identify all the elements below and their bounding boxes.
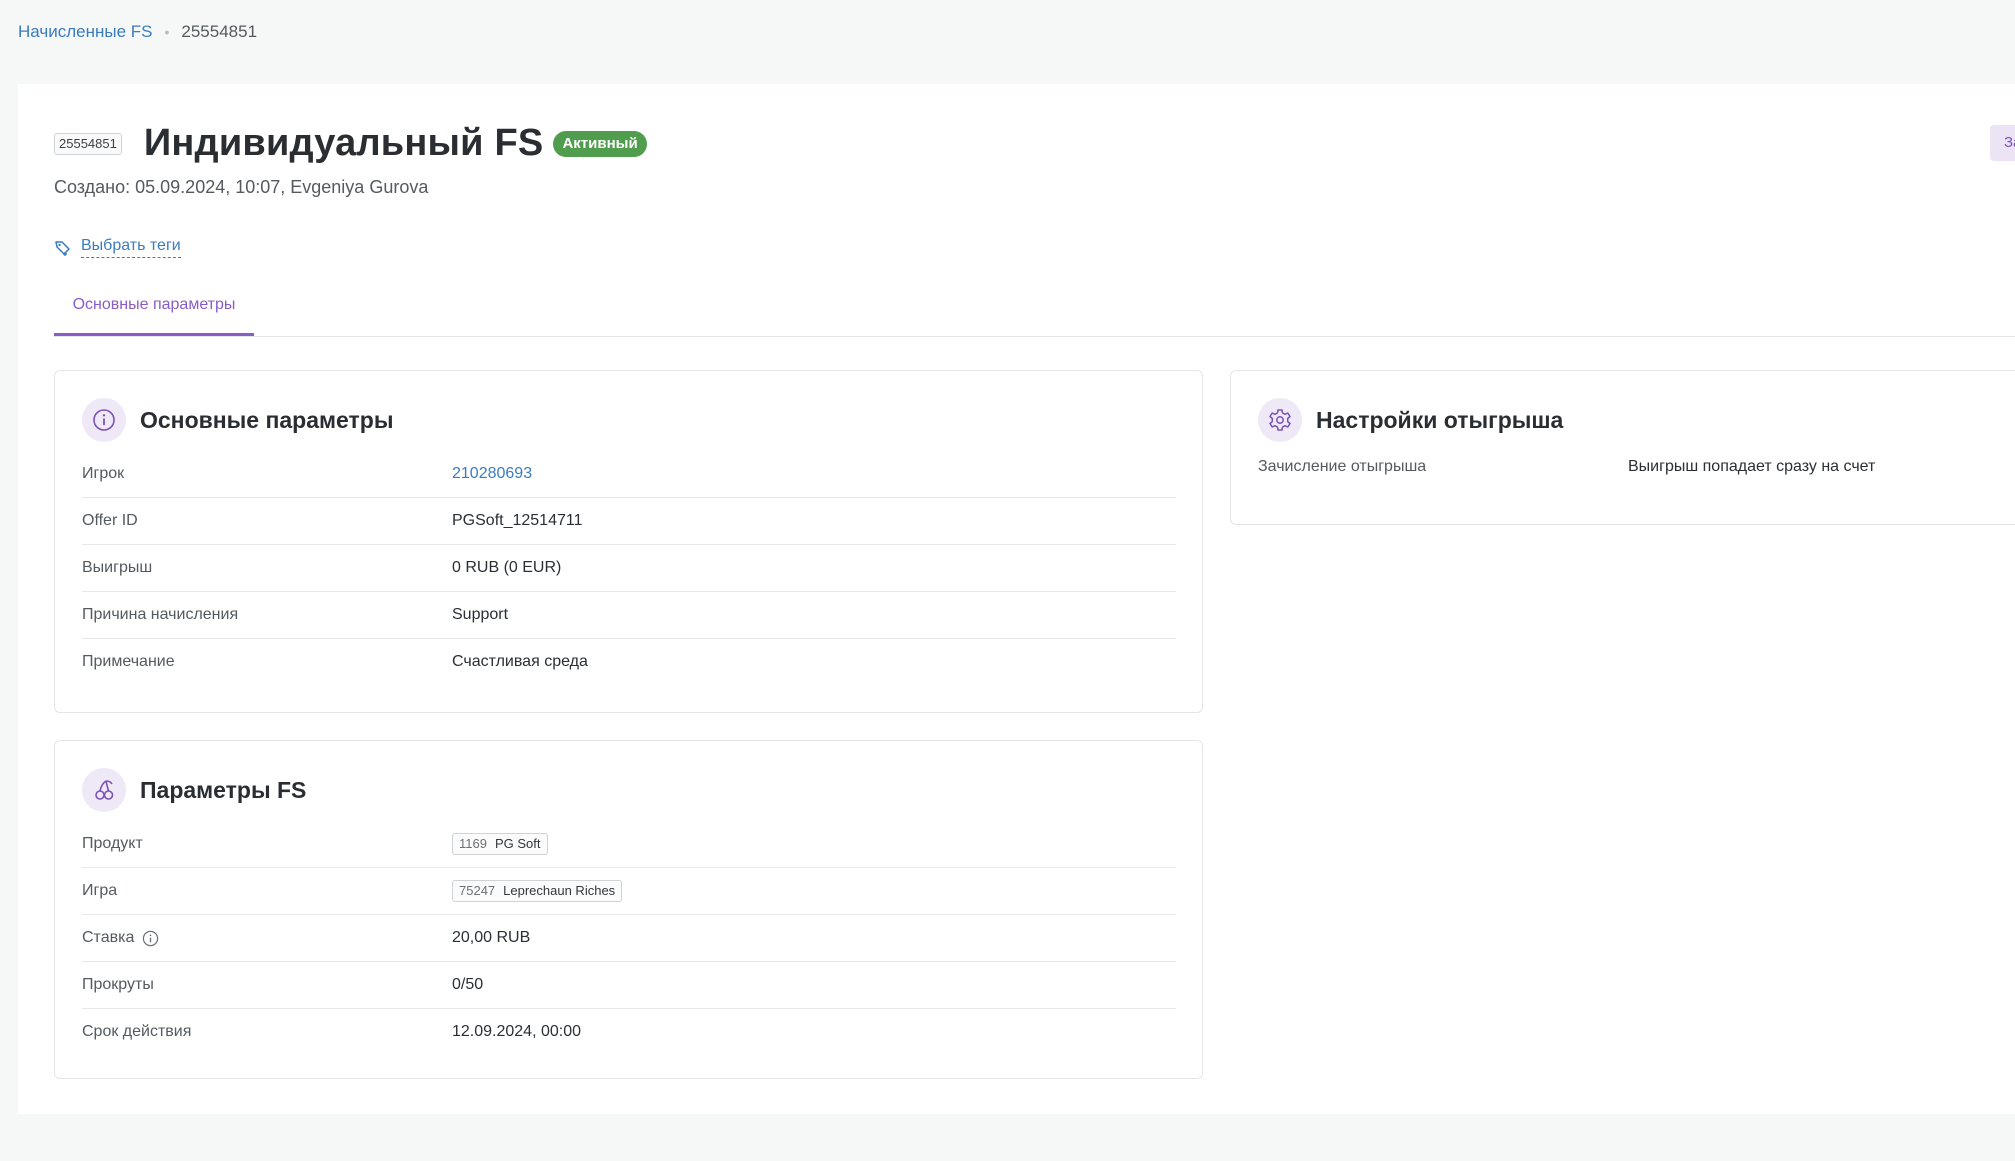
id-chip: 25554851 [54,132,122,155]
game-name: Leprechaun Riches [503,883,616,898]
tab-main-params[interactable]: Основные параметры [54,290,254,336]
param-label: Игра [82,882,118,899]
game-id: 75247 [459,883,496,898]
wager-settings-title: Настройки отыгрыша [1316,406,1564,433]
edge-action-button[interactable]: За [1990,125,2015,161]
param-row-note: Примечание Счастливая среда [82,639,1176,685]
param-value: Support [452,606,509,623]
param-row-offer-id: Offer ID PGSoft_12514711 [82,498,1176,545]
param-value: PGSoft_12514711 [452,512,583,529]
param-label: Зачисление отыгрыша [1258,458,1427,475]
param-row-product: Продукт 1169 PG Soft [82,821,1176,868]
fs-params-panel: Параметры FS Продукт 1169 PG Soft Игра 7… [54,740,1203,1079]
param-value: Выигрыш попадает сразу на счет [1628,458,1876,475]
tag-icon [55,240,70,256]
param-row-expiry: Срок действия 12.09.2024, 00:00 [82,1009,1176,1055]
param-row-spins: Прокруты 0/50 [82,962,1176,1009]
breadcrumb-current: 25554851 [181,22,258,41]
param-row-reason: Причина начисления Support [82,592,1176,639]
wager-settings-list: Зачисление отыгрыша Выигрыш попадает сра… [1258,447,2015,487]
wager-settings-panel: Настройки отыгрыша Зачисление отыгрыша В… [1230,370,2015,525]
wager-settings-header: Настройки отыгрыша [1258,398,1563,442]
param-label: Игрок [82,465,125,482]
page-title: Индивидуальный FS [143,122,544,164]
product-pill[interactable]: 1169 PG Soft [452,833,548,855]
status-badge: Активный [553,130,647,157]
param-label: Причина начисления [82,606,239,623]
select-tags-button[interactable]: Выбрать теги [54,237,181,258]
bet-label: Ставка [82,929,135,946]
param-row-player: Игрок 210280693 [82,451,1176,498]
created-info: Создано: 05.09.2024, 10:07, Evgeniya Gur… [54,177,429,197]
main-params-header: Основные параметры [82,398,393,442]
param-value: 0 RUB (0 EUR) [452,559,562,576]
param-label: Примечание [82,653,175,670]
param-label: Выигрыш [82,559,153,576]
product-name: PG Soft [494,836,541,851]
param-value: Счастливая среда [452,653,588,670]
game-pill[interactable]: 75247 Leprechaun Riches [452,880,623,902]
player-link[interactable]: 210280693 [452,465,532,483]
select-tags-label: Выбрать теги [81,237,181,258]
gear-icon [1258,398,1302,442]
main-params-list: Игрок 210280693 Offer ID PGSoft_12514711… [82,451,1176,685]
param-label-with-info: Ставка [82,929,452,947]
main-params-title: Основные параметры [140,406,394,433]
fs-params-header: Параметры FS [82,768,306,812]
product-id: 1169 [459,836,487,851]
tabs-bar: Основные параметры [54,290,2015,337]
fs-params-list: Продукт 1169 PG Soft Игра 75247 Leprecha… [82,821,1176,1055]
param-row-game: Игра 75247 Leprechaun Riches [82,868,1176,915]
param-label: Offer ID [82,512,138,529]
param-row-wager-credit: Зачисление отыгрыша Выигрыш попадает сра… [1258,447,2015,487]
breadcrumb-separator: • [164,24,170,40]
param-value: 12.09.2024, 00:00 [452,1023,582,1040]
param-row-winnings: Выигрыш 0 RUB (0 EUR) [82,545,1176,592]
fs-params-title: Параметры FS [140,776,307,803]
page-header: 25554851 Индивидуальный FS Активный [54,122,647,165]
main-card: 25554851 Индивидуальный FS Активный Созд… [18,84,2015,1114]
param-value: 0/50 [452,976,484,993]
param-value: 20,00 RUB [452,929,531,946]
info-icon [82,398,126,442]
cherries-icon [82,768,126,812]
param-row-bet: Ставка 20,00 RUB [82,915,1176,962]
param-label: Продукт [82,835,143,852]
breadcrumb: Начисленные FS • 25554851 [18,22,257,42]
param-label: Срок действия [82,1023,192,1040]
main-params-panel: Основные параметры Игрок 210280693 Offer… [54,370,1203,713]
info-icon[interactable] [142,930,159,947]
param-label: Прокруты [82,976,154,993]
breadcrumb-parent-link[interactable]: Начисленные FS [18,22,152,42]
